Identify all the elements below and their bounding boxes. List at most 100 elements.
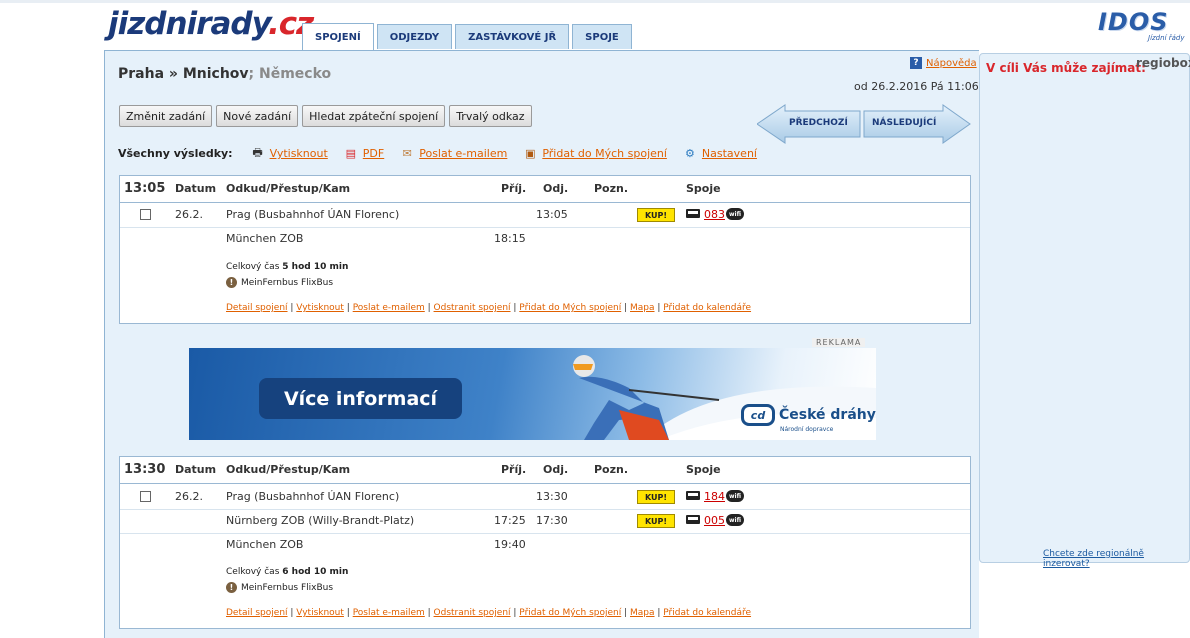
table-row: 26.2. Prag (Busbahnhof ÚAN Florenc) 13:3… — [120, 485, 970, 510]
col-dep: Odj. — [543, 463, 569, 476]
buy-ticket-button[interactable]: KUP! — [637, 490, 675, 504]
ad-banner[interactable]: Více informací cd České dráhy Národní do… — [189, 348, 876, 440]
calendar-link[interactable]: Přidat do kalendáře — [663, 608, 751, 618]
col-stops: Odkud/Přestup/Kam — [226, 182, 351, 195]
select-checkbox[interactable] — [140, 209, 151, 220]
change-search-button[interactable]: Změnit zadání — [119, 105, 213, 127]
connection-time: 13:05 — [124, 181, 166, 196]
tab-odjezdy[interactable]: ODJEZDY — [376, 24, 453, 49]
print-link[interactable]: Vytisknout — [296, 608, 344, 618]
email-link[interactable]: Poslat e-mailem — [353, 608, 425, 618]
map-link[interactable]: Mapa — [630, 303, 655, 313]
print-link[interactable]: Vytisknout — [296, 303, 344, 313]
pdf-link[interactable]: ▤ PDF — [344, 147, 385, 160]
connection-box-2: 13:30 Datum Odkud/Přestup/Kam Příj. Odj.… — [119, 456, 971, 629]
connection-box-1: 13:05 Datum Odkud/Přestup/Kam Příj. Odj.… — [119, 175, 971, 324]
add-my-connections-link[interactable]: ▣ Přidat do Mých spojení — [523, 147, 667, 160]
gear-icon: ⚙ — [684, 147, 695, 160]
connection-links: Detail spojení | Vytisknout | Poslat e-m… — [226, 303, 752, 313]
carrier: ! MeinFernbus FlixBus — [226, 582, 333, 593]
detail-link[interactable]: Detail spojení — [226, 608, 288, 618]
table-row: 26.2. Prag (Busbahnhof ÚAN Florenc) 13:0… — [120, 203, 970, 228]
connection-time: 13:30 — [124, 462, 166, 477]
bus-icon — [686, 209, 700, 218]
remove-link[interactable]: Odstranit spojení — [434, 303, 511, 313]
bus-line-link[interactable]: 005 — [704, 514, 725, 527]
permalink-button[interactable]: Trvalý odkaz — [449, 105, 532, 127]
return-search-button[interactable]: Hledat zpáteční spojení — [302, 105, 446, 127]
ad-brand: České dráhy — [779, 407, 876, 423]
idos-logo[interactable]: IDOS — [1098, 8, 1169, 36]
ad-label: REKLAMA — [812, 338, 866, 347]
calendar-link[interactable]: Přidat do kalendáře — [663, 303, 751, 313]
cd-logo: cd — [741, 404, 775, 426]
tab-spojeni[interactable]: SPOJENÍ — [302, 23, 374, 50]
regiobox-logo[interactable]: regiobox — [1136, 56, 1190, 70]
search-buttons: Změnit zadání Nové zadání Hledat zpátečn… — [119, 105, 532, 127]
total-time: Celkový čas 6 hod 10 min — [226, 567, 349, 577]
col-conn: Spoje — [686, 463, 721, 476]
detail-link[interactable]: Detail spojení — [226, 303, 288, 313]
col-arr: Příj. — [501, 463, 527, 476]
tab-zastavkove-jr[interactable]: ZASTÁVKOVÉ JŘ — [455, 24, 570, 49]
remove-link[interactable]: Odstranit spojení — [434, 608, 511, 618]
buy-ticket-button[interactable]: KUP! — [637, 514, 675, 528]
idos-subtitle: Jízdní řády — [1148, 34, 1185, 42]
info-icon[interactable]: ! — [226, 582, 237, 593]
total-time: Celkový čas 5 hod 10 min — [226, 262, 349, 272]
new-search-button[interactable]: Nové zadání — [216, 105, 299, 127]
table-row: Nürnberg ZOB (Willy-Brandt-Platz) 17:25 … — [120, 509, 970, 534]
wifi-icon: wifi — [726, 514, 744, 526]
col-arr: Příj. — [501, 182, 527, 195]
route-title: Praha » Mnichov; Německo — [118, 66, 332, 82]
question-icon: ? — [910, 57, 922, 69]
col-note: Pozn. — [594, 463, 629, 476]
col-datum: Datum — [175, 182, 217, 195]
tab-spoje[interactable]: SPOJE — [572, 24, 632, 49]
bus-icon — [686, 491, 700, 500]
select-checkbox[interactable] — [140, 491, 151, 502]
table-row: München ZOB 18:15 — [226, 232, 526, 245]
col-dep: Odj. — [543, 182, 569, 195]
email-link[interactable]: Poslat e-mailem — [353, 303, 425, 313]
pdf-icon: ▤ — [345, 147, 356, 160]
connection-header: 13:30 Datum Odkud/Přestup/Kam Příj. Odj.… — [120, 457, 970, 484]
all-results-toolbar: Všechny výsledky: 🖶 Vytisknout ▤ PDF ✉ Posl… — [118, 146, 767, 160]
email-all-link[interactable]: ✉ Poslat e-mailem — [400, 147, 508, 160]
map-link[interactable]: Mapa — [630, 608, 655, 618]
main-tabs: SPOJENÍ ODJEZDY ZASTÁVKOVÉ JŘ SPOJE — [302, 23, 632, 50]
prev-label[interactable]: PŘEDCHOZÍ — [789, 118, 848, 128]
briefcase-icon: ▣ — [525, 147, 536, 160]
help-link[interactable]: ? Nápověda — [910, 57, 977, 69]
bus-line-link[interactable]: 083 — [704, 208, 725, 221]
bus-icon — [686, 515, 700, 524]
buy-ticket-button[interactable]: KUP! — [637, 208, 675, 222]
col-stops: Odkud/Přestup/Kam — [226, 463, 351, 476]
print-all-link[interactable]: 🖶 Vytisknout — [251, 146, 327, 160]
settings-link[interactable]: ⚙ Nastavení — [683, 147, 757, 160]
top-border — [0, 0, 1190, 3]
wifi-icon: wifi — [726, 490, 744, 502]
add-my-link[interactable]: Přidat do Mých spojení — [519, 303, 621, 313]
sidebar-title: V cíli Vás může zajímat: — [986, 61, 1146, 75]
add-my-link[interactable]: Přidat do Mých spojení — [519, 608, 621, 618]
wifi-icon: wifi — [726, 208, 744, 220]
next-label[interactable]: NÁSLEDUJÍCÍ — [872, 118, 936, 128]
all-results-label: Všechny výsledky: — [118, 147, 233, 160]
printer-icon: 🖶 — [252, 146, 263, 159]
connection-links: Detail spojení | Vytisknout | Poslat e-m… — [226, 608, 752, 618]
info-icon[interactable]: ! — [226, 277, 237, 288]
ad-more-info-button[interactable]: Více informací — [259, 378, 462, 419]
col-datum: Datum — [175, 463, 217, 476]
search-datetime: od 26.2.2016 Pá 11:06 — [854, 80, 979, 93]
sidebar-ad-link[interactable]: Chcete zde regionálně inzerovat? — [1043, 549, 1190, 569]
bus-line-link[interactable]: 184 — [704, 490, 725, 503]
carrier: ! MeinFernbus FlixBus — [226, 277, 333, 288]
ad-brand-sub: Národní dopravce — [780, 426, 834, 433]
envelope-icon: ✉ — [402, 147, 412, 160]
table-row: München ZOB 19:40 — [226, 538, 526, 551]
sidebar-panel — [979, 53, 1190, 563]
col-conn: Spoje — [686, 182, 721, 195]
site-logo[interactable]: jizdnirady.cz — [108, 6, 314, 42]
connection-header: 13:05 Datum Odkud/Přestup/Kam Příj. Odj.… — [120, 176, 970, 203]
